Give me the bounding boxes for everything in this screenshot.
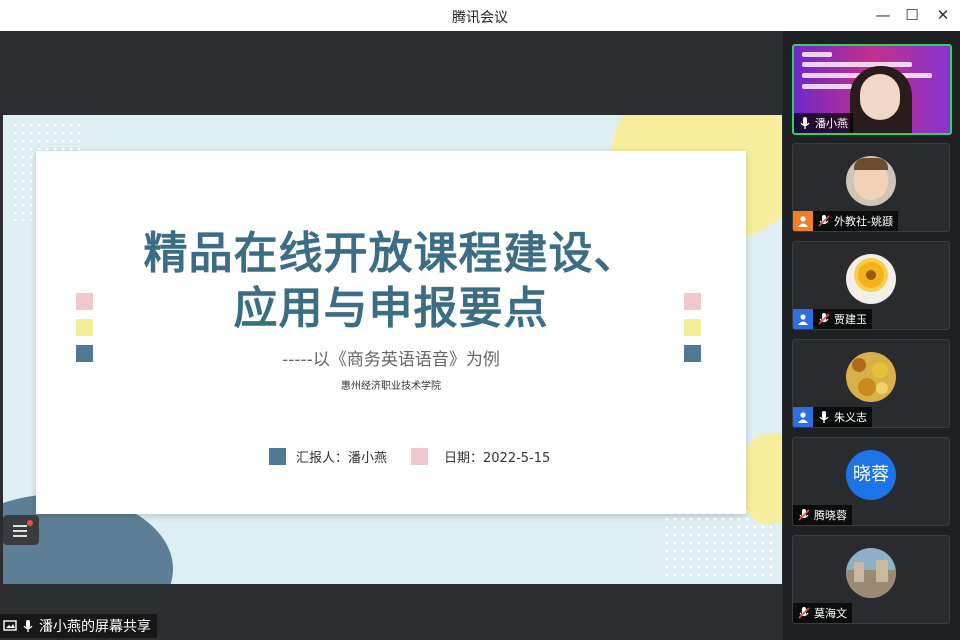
- minimize-button[interactable]: —: [874, 6, 892, 24]
- decor-blob-yellow: [742, 434, 782, 524]
- participant-namebar: 莫海文: [793, 603, 852, 623]
- user-icon: [793, 309, 813, 329]
- participant-name: 朱义志: [834, 411, 867, 424]
- screen-share-label: 潘小燕的屏幕共享: [0, 614, 157, 638]
- decor-square-blue: [269, 447, 286, 465]
- slide-title-line2: 应用与申报要点: [233, 283, 549, 334]
- date-text: 日期：2022-5-15: [444, 450, 551, 466]
- participant-name: 潘小燕: [815, 117, 848, 130]
- participant-tile[interactable]: 潘小燕: [792, 44, 952, 135]
- decor-square-blue: [684, 345, 701, 362]
- maximize-button[interactable]: ☐: [903, 6, 921, 24]
- slide-reporter: 汇报人：潘小燕: [269, 446, 387, 466]
- microphone-muted-icon: [798, 509, 810, 521]
- slide-card: 精品在线开放课程建设、 应用与申报要点 -----以《商务英语语音》为例 惠州经…: [36, 151, 746, 514]
- reporter-text: 汇报人：潘小燕: [296, 450, 388, 466]
- microphone-muted-icon: [818, 313, 830, 325]
- slide-date: 日期：2022-5-15: [411, 446, 550, 466]
- slide-subtitle: -----以《商务英语语音》为例: [282, 350, 500, 370]
- participant-namebar: 潘小燕: [794, 113, 853, 133]
- user-icon: [793, 407, 813, 427]
- member-list-button[interactable]: [3, 515, 39, 545]
- participant-tile[interactable]: 贾建玉: [792, 241, 950, 330]
- participant-avatar: [846, 352, 896, 402]
- participant-namebar: 外教社-姚颋: [793, 211, 898, 231]
- user-icon: [793, 211, 813, 231]
- participant-name: 莫海文: [814, 607, 847, 620]
- decor-square-blue: [76, 345, 93, 362]
- slide-school: 惠州经济职业技术学院: [341, 381, 441, 392]
- participant-avatar: [846, 548, 896, 598]
- participant-tile[interactable]: 莫海文: [792, 535, 950, 624]
- microphone-muted-icon: [798, 607, 810, 619]
- screen-share-icon: [3, 620, 17, 631]
- decor-square-pink: [684, 293, 701, 310]
- participant-tile[interactable]: 晓蓉 腾晓蓉: [792, 437, 950, 526]
- participant-name: 贾建玉: [834, 313, 867, 326]
- text-avatar: 晓蓉: [846, 450, 896, 500]
- title-bar: 腾讯会议 — ☐ ✕: [0, 0, 960, 31]
- microphone-icon: [23, 620, 33, 632]
- participant-panel: 潘小燕 外教社-姚颋 贾建玉 朱义志 晓蓉 腾晓蓉 莫海文: [783, 31, 960, 640]
- person-face: [860, 74, 900, 120]
- participant-name: 外教社-姚颋: [834, 215, 893, 228]
- presentation-slide: 精品在线开放课程建设、 应用与申报要点 -----以《商务英语语音》为例 惠州经…: [3, 115, 782, 584]
- close-button[interactable]: ✕: [934, 6, 952, 24]
- participant-name: 腾晓蓉: [814, 509, 847, 522]
- participant-tile[interactable]: 朱义志: [792, 339, 950, 428]
- participant-tile[interactable]: 外教社-姚颋: [792, 143, 950, 232]
- notification-dot: [27, 520, 33, 526]
- shared-screen-area: 精品在线开放课程建设、 应用与申报要点 -----以《商务英语语音》为例 惠州经…: [0, 31, 783, 640]
- screen-share-text: 潘小燕的屏幕共享: [39, 619, 151, 635]
- participant-avatar: [846, 156, 896, 206]
- participant-namebar: 朱义志: [793, 407, 872, 427]
- microphone-muted-icon: [818, 215, 830, 227]
- window-title: 腾讯会议: [452, 10, 508, 26]
- decor-square-pink: [76, 293, 93, 310]
- decor-square-yellow: [684, 319, 701, 336]
- participant-avatar: [846, 254, 896, 304]
- decor-square-pink: [411, 447, 428, 465]
- microphone-icon: [800, 117, 810, 129]
- participant-namebar: 腾晓蓉: [793, 505, 852, 525]
- microphone-icon: [819, 411, 829, 423]
- participant-namebar: 贾建玉: [793, 309, 872, 329]
- decor-square-yellow: [76, 319, 93, 336]
